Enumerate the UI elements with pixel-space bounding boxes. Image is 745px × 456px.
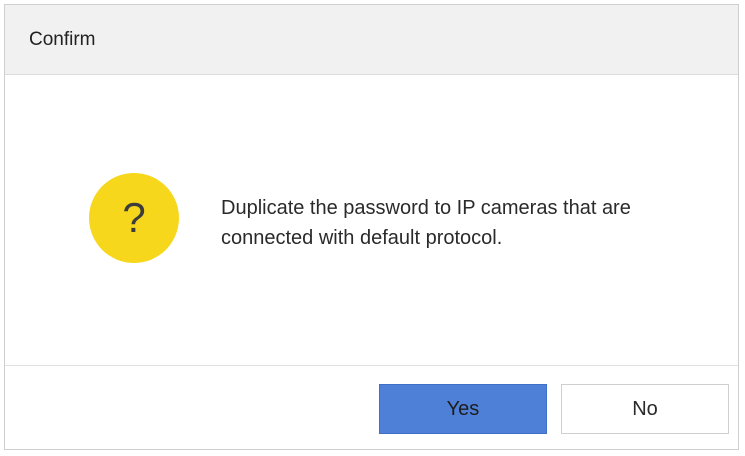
dialog-message-line-1: Duplicate the password to IP cameras tha… <box>221 197 631 219</box>
question-mark-icon: ? <box>89 173 179 263</box>
dialog-body: ? Duplicate the password to IP cameras t… <box>5 75 738 365</box>
yes-button[interactable]: Yes <box>379 384 547 434</box>
question-mark-glyph: ? <box>122 194 146 241</box>
dialog-message-line-2: connected with default protocol. <box>221 227 503 249</box>
dialog-footer: Yes No <box>5 365 738 449</box>
dialog-message: Duplicate the password to IP cameras tha… <box>221 193 701 253</box>
no-button[interactable]: No <box>561 384 729 434</box>
dialog-title: Confirm <box>29 29 96 50</box>
confirm-dialog: Confirm ? Duplicate the password to IP c… <box>4 4 739 450</box>
dialog-titlebar: Confirm <box>5 5 738 75</box>
